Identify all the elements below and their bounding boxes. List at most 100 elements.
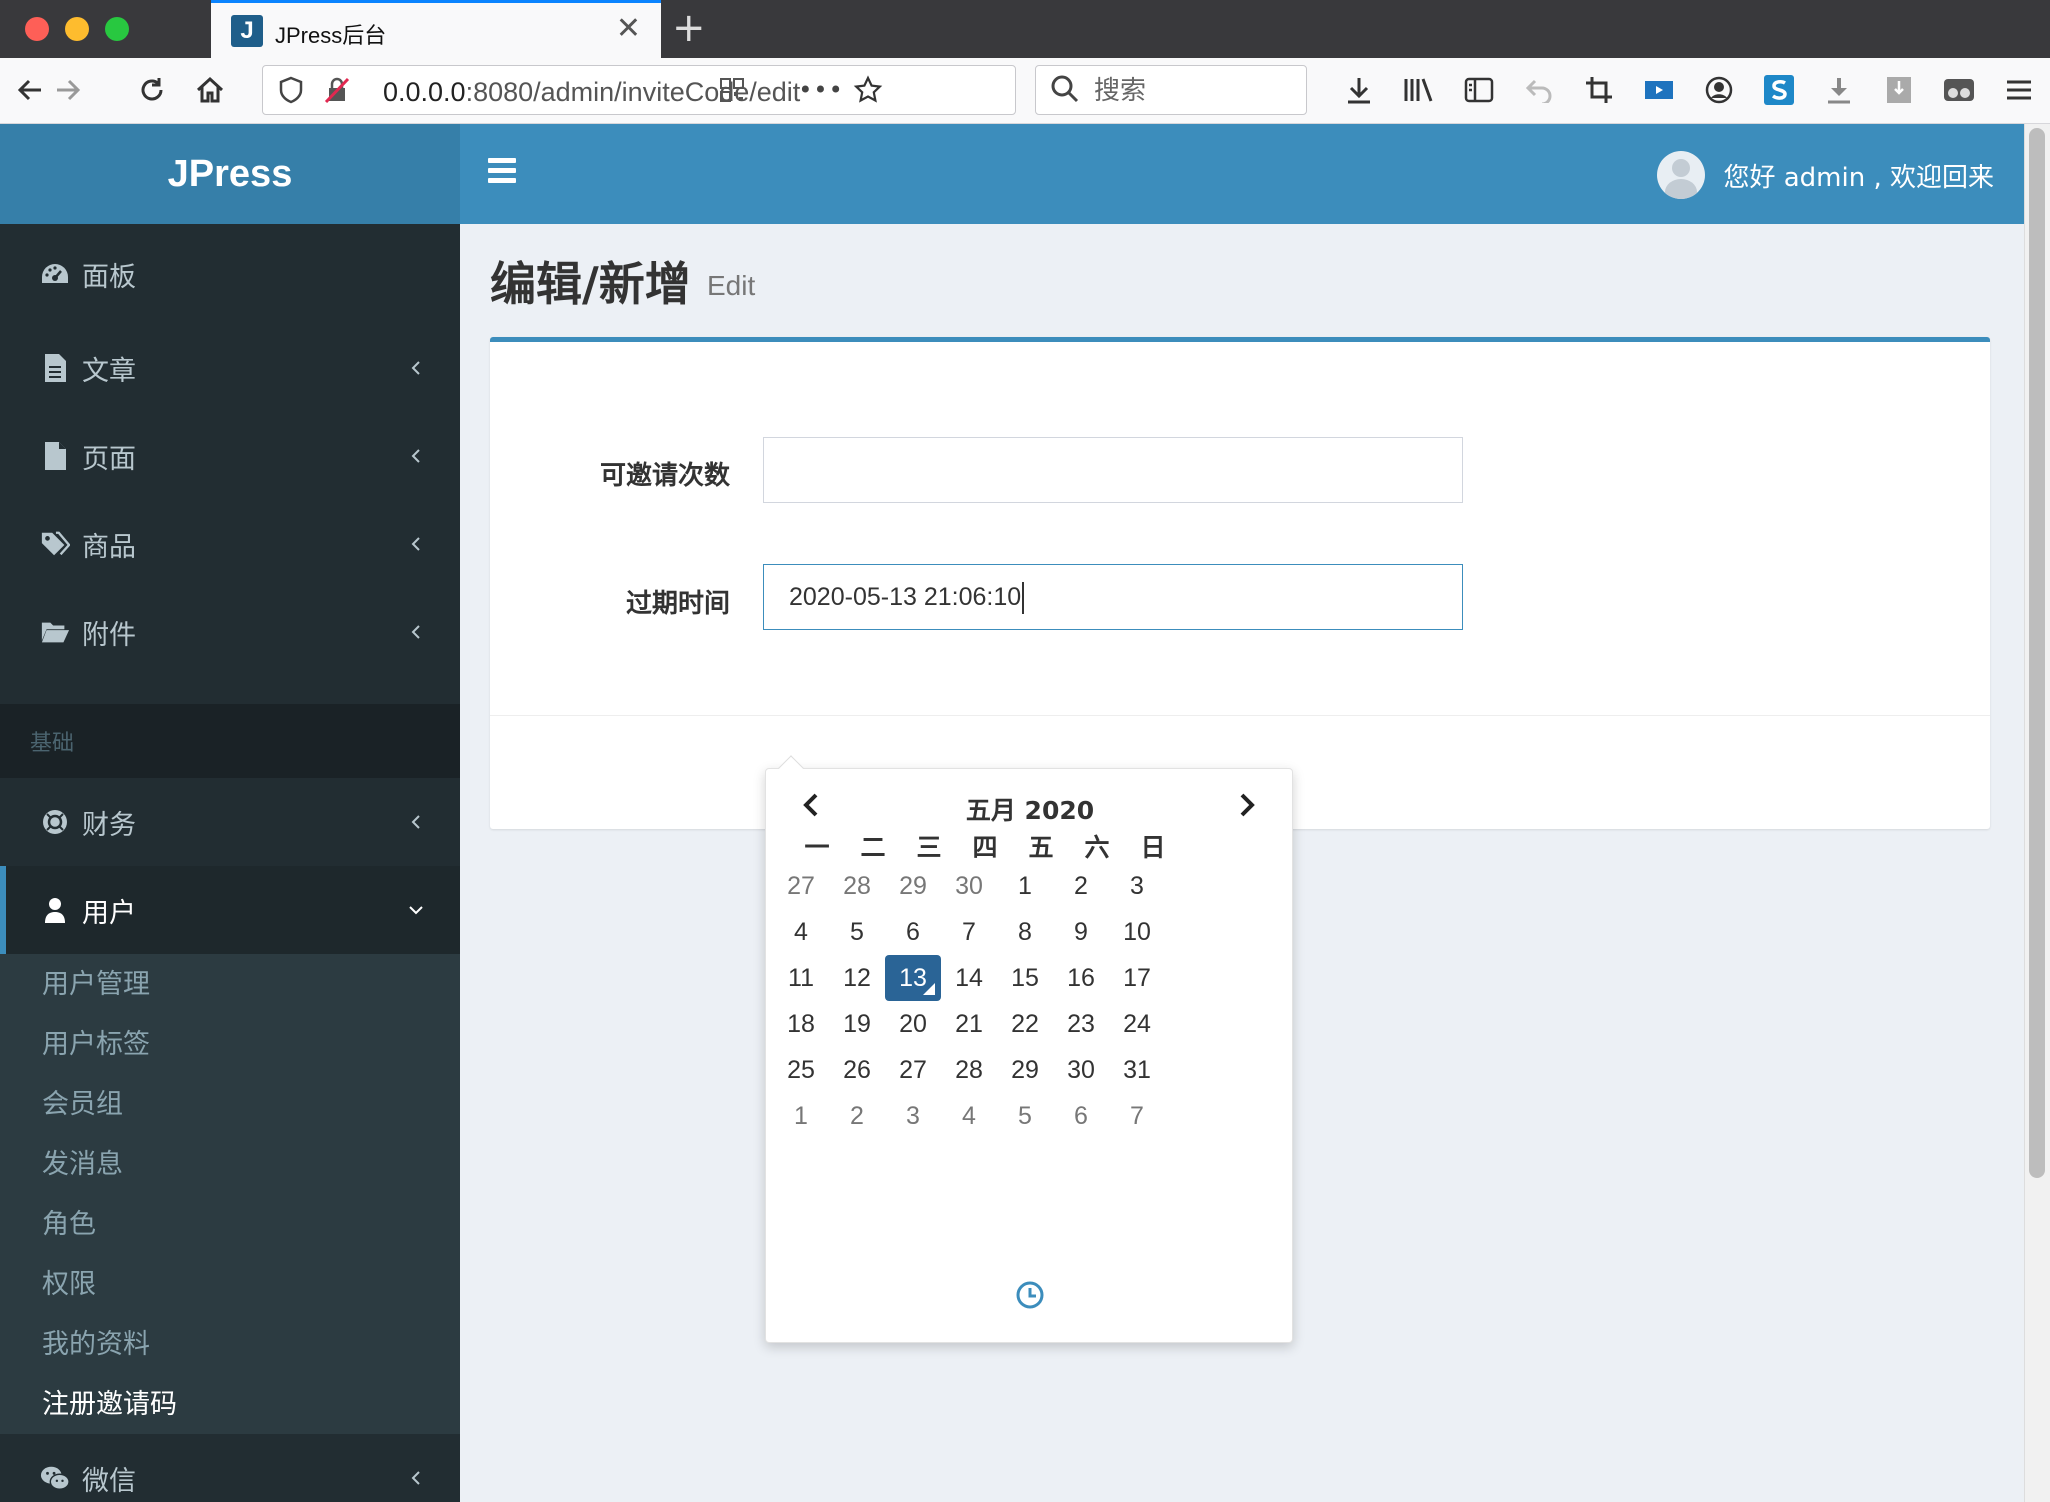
calendar-day[interactable]: 8: [997, 909, 1053, 955]
calendar-day[interactable]: 4: [941, 1093, 997, 1139]
sidebar-item-page[interactable]: 页面: [0, 412, 460, 500]
selected-day[interactable]: 13: [885, 955, 941, 1001]
calendar-day[interactable]: 15: [997, 955, 1053, 1001]
calendar-day[interactable]: 7: [941, 909, 997, 955]
submenu-item-send-message[interactable]: 发消息: [42, 1142, 123, 1181]
home-button[interactable]: [190, 70, 230, 110]
next-month-button[interactable]: [1227, 785, 1267, 825]
calendar-day[interactable]: 6: [1053, 1093, 1109, 1139]
calendar-day[interactable]: 7: [1109, 1093, 1165, 1139]
sidebar-toggle-button[interactable]: [488, 158, 516, 184]
calendar-day[interactable]: 14: [941, 955, 997, 1001]
download-helper-icon[interactable]: [1821, 72, 1857, 108]
window-zoom-button[interactable]: [105, 17, 129, 41]
calendar-day[interactable]: 16: [1053, 955, 1109, 1001]
calendar-day[interactable]: 19: [829, 1001, 885, 1047]
sidebar-item-finance[interactable]: 财务: [0, 778, 460, 866]
video-extension-icon[interactable]: [1641, 72, 1677, 108]
calendar-day[interactable]: 27: [773, 863, 829, 909]
calendar-day[interactable]: 29: [997, 1047, 1053, 1093]
submenu-item-user-management[interactable]: 用户管理: [42, 962, 150, 1001]
app-logo[interactable]: JPress: [0, 124, 460, 224]
calendar-day[interactable]: 1: [773, 1093, 829, 1139]
calendar-day[interactable]: 24: [1109, 1001, 1165, 1047]
sidebar-item-user[interactable]: 用户: [0, 866, 460, 954]
calendar-day[interactable]: 28: [941, 1047, 997, 1093]
submenu-item-member-group[interactable]: 会员组: [42, 1082, 123, 1121]
sidebar-item-attachment[interactable]: 附件: [0, 588, 460, 676]
calendar-day[interactable]: 4: [773, 909, 829, 955]
calendar-day[interactable]: 5: [829, 909, 885, 955]
sidebar-item-label: 商品: [82, 531, 136, 563]
submenu-item-role[interactable]: 角色: [42, 1202, 96, 1241]
user-menu[interactable]: 您好 admin , 欢迎回来: [1657, 151, 1994, 199]
submenu-item-invite-code[interactable]: 注册邀请码: [42, 1382, 177, 1421]
new-tab-button[interactable]: +: [672, 6, 706, 50]
calendar-day[interactable]: 27: [885, 1047, 941, 1093]
account-circle-icon[interactable]: [1701, 72, 1737, 108]
library-icon[interactable]: [1401, 72, 1437, 108]
calendar-day[interactable]: 10: [1109, 909, 1165, 955]
expire-time-input[interactable]: 2020-05-13 21:06:10: [763, 564, 1463, 630]
calendar-day[interactable]: 22: [997, 1001, 1053, 1047]
window-close-button[interactable]: [25, 17, 49, 41]
tab-close-icon[interactable]: ✕: [616, 12, 641, 46]
clock-icon[interactable]: [1014, 1279, 1046, 1311]
calendar-day[interactable]: 17: [1109, 955, 1165, 1001]
bookmark-star-icon[interactable]: [848, 72, 888, 108]
browser-search-bar[interactable]: [1035, 65, 1307, 115]
submenu-item-my-profile[interactable]: 我的资料: [42, 1322, 150, 1361]
search-input[interactable]: [1094, 76, 1294, 106]
calendar-day[interactable]: 21: [941, 1001, 997, 1047]
calendar-day[interactable]: 20: [885, 1001, 941, 1047]
crop-screenshot-icon[interactable]: [1581, 72, 1617, 108]
calendar-day[interactable]: 26: [829, 1047, 885, 1093]
calendar-day[interactable]: 30: [1053, 1047, 1109, 1093]
tabs-extension-icon[interactable]: [1881, 72, 1917, 108]
insecure-lock-icon[interactable]: [319, 72, 355, 108]
calendar-day[interactable]: 31: [1109, 1047, 1165, 1093]
submenu-item-user-tags[interactable]: 用户标签: [42, 1022, 150, 1061]
qr-code-icon[interactable]: [715, 72, 749, 108]
calendar-day[interactable]: 11: [773, 955, 829, 1001]
calendar-day[interactable]: 28: [829, 863, 885, 909]
calendar-day[interactable]: 25: [773, 1047, 829, 1093]
submenu-item-permission[interactable]: 权限: [42, 1262, 96, 1301]
reload-button[interactable]: [132, 70, 172, 110]
scrollbar-thumb[interactable]: [2029, 128, 2045, 1178]
downloads-icon[interactable]: [1341, 72, 1377, 108]
calendar-day[interactable]: 12: [829, 955, 885, 1001]
sidebar-item-article[interactable]: 文章: [0, 324, 460, 412]
sidebar-item-dashboard[interactable]: 面板: [0, 224, 460, 324]
page-scrollbar[interactable]: [2024, 124, 2050, 1502]
hamburger-menu-icon[interactable]: [2001, 72, 2037, 108]
calendar-day[interactable]: 2: [829, 1093, 885, 1139]
forward-arrow-icon: [57, 79, 81, 101]
calendar-day[interactable]: 1: [997, 863, 1053, 909]
undo-icon[interactable]: [1521, 72, 1557, 108]
shield-icon[interactable]: [273, 72, 309, 108]
calendar-day[interactable]: 3: [885, 1093, 941, 1139]
expire-time-label: 过期时间: [625, 589, 730, 619]
sidebar-toggle-icon[interactable]: [1461, 72, 1497, 108]
window-minimize-button[interactable]: [65, 17, 89, 41]
calendar-day[interactable]: 29: [885, 863, 941, 909]
browser-tab[interactable]: J JPress后台 ✕: [211, 0, 661, 58]
s-extension-icon[interactable]: [1761, 72, 1797, 108]
forward-button[interactable]: [48, 70, 88, 110]
calendar-day[interactable]: 3: [1109, 863, 1165, 909]
invite-count-input[interactable]: [763, 437, 1463, 503]
sidebar-item-wechat[interactable]: 微信: [0, 1434, 460, 1502]
calendar-day[interactable]: 9: [1053, 909, 1109, 955]
calendar-day[interactable]: 6: [885, 909, 941, 955]
calendar-day[interactable]: 30: [941, 863, 997, 909]
sidebar-item-product[interactable]: 商品: [0, 500, 460, 588]
calendar-day[interactable]: 23: [1053, 1001, 1109, 1047]
calendar-day[interactable]: 18: [773, 1001, 829, 1047]
containers-extension-icon[interactable]: [1941, 72, 1977, 108]
calendar-day[interactable]: 2: [1053, 863, 1109, 909]
back-button[interactable]: [10, 70, 50, 110]
url-bar[interactable]: 0.0.0.0:8080/admin/inviteCode/edit •••: [262, 65, 1016, 115]
page-actions-icon[interactable]: •••: [798, 72, 842, 108]
calendar-day[interactable]: 5: [997, 1093, 1053, 1139]
